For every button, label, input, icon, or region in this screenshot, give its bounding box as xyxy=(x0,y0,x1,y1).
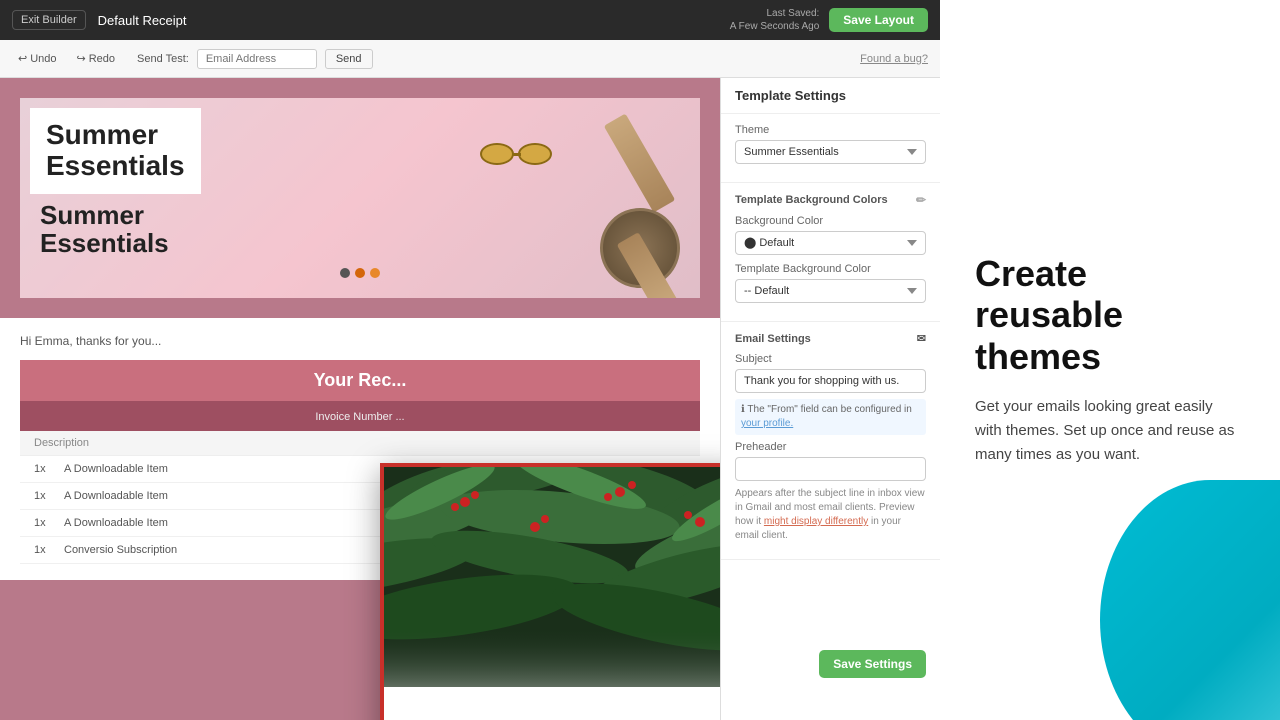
email-settings-section: Email Settings ✉ Subject ℹ The "From" fi… xyxy=(721,322,940,560)
summer-hero-section: Summer Essentials xyxy=(0,78,720,318)
subject-input[interactable] xyxy=(735,369,926,393)
edit-icon[interactable]: ✏ xyxy=(916,193,926,207)
theme-section: Theme Summer Essentials xyxy=(721,114,940,183)
undo-button[interactable]: Undo xyxy=(12,50,63,67)
unit-header xyxy=(626,437,686,449)
sunglass-bridge xyxy=(513,153,521,156)
bg-color-select[interactable]: ⬤ Default xyxy=(735,231,926,255)
display-differently-link[interactable]: might display differently xyxy=(764,516,868,527)
template-bg-color-label: Template Background Color xyxy=(735,263,926,275)
redo-label: Redo xyxy=(89,53,115,65)
sunglass-right xyxy=(518,143,552,165)
watch-strap-top xyxy=(604,113,676,212)
exit-builder-button[interactable]: Exit Builder xyxy=(12,10,86,30)
profile-link[interactable]: your profile. xyxy=(741,418,793,429)
bg-colors-title: Template Background Colors ✏ xyxy=(735,193,926,207)
undo-icon xyxy=(18,52,27,65)
right-panel: Create reusable themes Get your emails l… xyxy=(940,0,1280,720)
template-title: Default Receipt xyxy=(98,13,187,28)
christmas-card-content: Christmas Wishes From Fashion House Hi E… xyxy=(384,687,720,720)
christmas-overlay-card: Christmas Wishes From Fashion House Hi E… xyxy=(380,463,720,720)
from-field-info: ℹ The "From" field can be configured in … xyxy=(735,399,926,435)
preheader-label: Preheader xyxy=(735,441,926,453)
sunglass-left xyxy=(480,143,514,165)
send-button[interactable]: Send xyxy=(325,49,373,69)
bg-colors-section: Template Background Colors ✏ Background … xyxy=(721,183,940,322)
invoice-text: Invoice Number ... xyxy=(315,411,404,423)
slider-dots xyxy=(340,268,380,278)
redo-icon xyxy=(77,52,86,65)
save-layout-button[interactable]: Save Layout xyxy=(829,8,928,32)
summer-title: Summer Essentials xyxy=(46,120,185,182)
toolbar: Undo Redo Send Test: Send Found a bug? xyxy=(0,40,940,78)
email-settings-title: Email Settings ✉ xyxy=(735,332,926,345)
dot-1[interactable] xyxy=(340,268,350,278)
greeting-text: Hi Emma, thanks for you... xyxy=(20,334,700,348)
redo-button[interactable]: Redo xyxy=(71,50,122,67)
last-saved-text: Last Saved: A Few Seconds Ago xyxy=(730,7,820,33)
summer-title-card: Summer Essentials xyxy=(30,108,201,194)
theme-label: Theme xyxy=(735,124,926,136)
christmas-hero-image xyxy=(384,467,720,687)
dot-3[interactable] xyxy=(370,268,380,278)
dot-2[interactable] xyxy=(355,268,365,278)
table-header-row: Description xyxy=(20,431,700,456)
preheader-hint: Appears after the subject line in inbox … xyxy=(735,487,926,543)
email-preview: Summer Essentials xyxy=(0,78,720,720)
right-panel-heading: Create reusable themes xyxy=(975,253,1245,377)
save-settings-button[interactable]: Save Settings xyxy=(819,650,926,678)
invoice-bar: Invoice Number ... xyxy=(20,401,700,431)
undo-label: Undo xyxy=(30,53,56,65)
found-bug-link[interactable]: Found a bug? xyxy=(860,53,928,65)
theme-select[interactable]: Summer Essentials xyxy=(735,140,926,164)
bg-color-label: Background Color xyxy=(735,215,926,227)
right-panel-body: Get your emails looking great easily wit… xyxy=(975,395,1235,467)
spacer xyxy=(721,560,940,640)
top-bar-right: Last Saved: A Few Seconds Ago Save Layou… xyxy=(730,7,928,33)
send-test-input[interactable] xyxy=(197,49,317,69)
email-canvas: Summer Essentials xyxy=(0,78,720,720)
template-bg-color-select[interactable]: -- Default xyxy=(735,279,926,303)
settings-panel: Template Settings Theme Summer Essential… xyxy=(720,78,940,720)
envelope-icon: ✉ xyxy=(917,332,926,345)
receipt-header: Your Rec... xyxy=(20,360,700,401)
sunglasses-image xyxy=(480,128,560,178)
receipt-title-text: Your Rec... xyxy=(34,370,686,391)
main-content: Summer Essentials xyxy=(0,78,940,720)
send-test-label: Send Test: xyxy=(137,53,189,65)
summer-subtitle: Summer Essentials xyxy=(40,201,169,258)
preheader-input[interactable] xyxy=(735,457,926,481)
subject-label: Subject xyxy=(735,353,926,365)
settings-header: Template Settings xyxy=(721,78,940,114)
teal-decorative-shape xyxy=(1100,480,1280,720)
christmas-title: Christmas Wishes xyxy=(384,687,720,720)
description-header: Description xyxy=(34,437,626,449)
top-bar: Exit Builder Default Receipt Last Saved:… xyxy=(0,0,940,40)
builder-panel: Exit Builder Default Receipt Last Saved:… xyxy=(0,0,940,720)
christmas-foliage-svg xyxy=(384,467,720,687)
